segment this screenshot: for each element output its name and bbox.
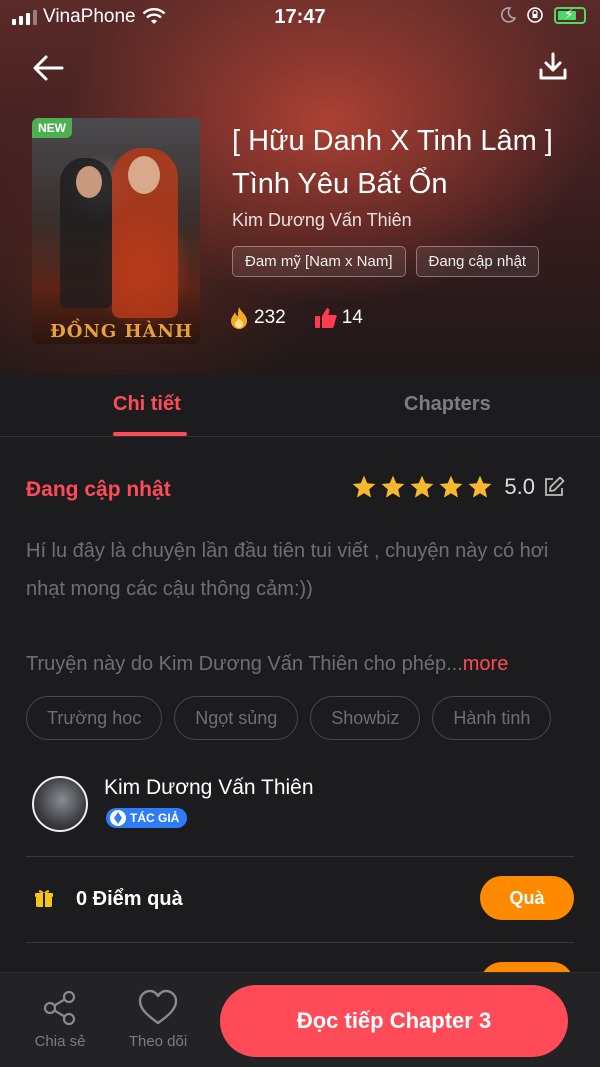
follow-button[interactable]: Theo dõi <box>118 989 198 1050</box>
pen-icon <box>110 810 126 826</box>
orientation-lock-icon <box>527 7 543 23</box>
gift-row: 0 Điểm quà Quà <box>26 876 574 922</box>
heart-icon <box>138 989 178 1025</box>
status-tag[interactable]: Đang cập nhật <box>415 246 540 277</box>
author-avatar[interactable] <box>32 776 88 832</box>
status-bar-right: ⚡ <box>500 6 586 24</box>
thumbs-up-icon <box>314 308 337 328</box>
views-count: 232 <box>254 307 286 328</box>
book-header: VinaPhone 17:47 ⚡ ĐỒNG HÀNH NEW [Hữu Da… <box>0 0 600 375</box>
moon-icon <box>500 7 516 23</box>
book-tags: Đam mỹ [Nam x Nam] Đang cập nhật <box>232 246 540 277</box>
follow-label: Theo dõi <box>128 1033 188 1050</box>
tab-chapters[interactable]: Chapters <box>404 393 491 416</box>
update-status: Đang cập nhật <box>26 478 171 501</box>
likes-count: 14 <box>341 307 363 328</box>
book-title: [ Hữu Danh X Tinh Lâm ] Tình Yêu Bất Ổn <box>232 125 553 200</box>
book-stats: 232 14 <box>228 306 363 330</box>
new-badge: NEW <box>32 118 72 138</box>
star-icon <box>382 475 405 498</box>
share-icon <box>43 990 76 1026</box>
rating: 5.0 <box>351 474 566 500</box>
divider <box>26 942 574 943</box>
genre-tag[interactable]: Ngọt sủng <box>174 696 299 740</box>
star-icon <box>353 475 376 498</box>
share-button[interactable]: Chia sẻ <box>20 989 100 1050</box>
book-cover[interactable]: ĐỒNG HÀNH NEW <box>32 118 200 344</box>
battery-icon: ⚡ <box>554 6 586 24</box>
back-arrow-icon[interactable] <box>30 52 66 84</box>
genre-tags: Trường hoc Ngọt sủng Showbiz Hành tinh <box>26 696 552 740</box>
star-icon <box>440 475 463 498</box>
rating-value: 5.0 <box>504 474 535 499</box>
author-badge: TÁC GIẢ <box>106 808 188 828</box>
genre-tag[interactable]: Showbiz <box>310 696 421 740</box>
cover-title-text: ĐỒNG HÀNH <box>50 321 193 342</box>
genre-tag[interactable]: Trường hoc <box>26 696 163 740</box>
edit-rating-icon[interactable] <box>542 475 566 499</box>
gift-button[interactable]: Quà <box>480 876 574 920</box>
star-icon <box>411 475 434 498</box>
fire-icon <box>231 307 247 329</box>
share-label: Chia sẻ <box>34 1033 86 1050</box>
tab-bar: Chi tiết Chapters <box>0 375 600 437</box>
genre-tag[interactable]: Hành tinh <box>432 696 552 740</box>
gift-icon <box>35 890 53 907</box>
book-author[interactable]: Kim Dương Vấn Thiên <box>232 210 412 231</box>
views-stat: 232 <box>228 306 286 330</box>
gift-points: 0 Điểm quà <box>76 888 183 910</box>
tab-detail[interactable]: Chi tiết <box>113 393 181 416</box>
description-preview: Truyện này do Kim Dương Vấn Thiên cho ph… <box>26 645 566 683</box>
star-icon <box>469 475 492 498</box>
continue-reading-button[interactable]: Đọc tiếp Chapter 3 <box>220 985 568 1057</box>
author-badge-label: TÁC GIẢ <box>130 811 180 825</box>
description: Hí lu đây là chuyện lần đầu tiên tui viế… <box>26 540 549 600</box>
author-card[interactable]: Kim Dương Vấn Thiên TÁC GIẢ <box>32 774 572 854</box>
more-link[interactable]: more <box>463 653 509 675</box>
divider <box>26 856 574 857</box>
bottom-bar: Chia sẻ Theo dõi Đọc tiếp Chapter 3 <box>0 972 600 1067</box>
download-icon[interactable] <box>538 50 568 82</box>
active-tab-indicator <box>113 432 187 436</box>
category-tag[interactable]: Đam mỹ [Nam x Nam] <box>232 246 406 277</box>
author-name[interactable]: Kim Dương Vấn Thiên <box>104 776 314 800</box>
description-preview-text: Truyện này do Kim Dương Vấn Thiên cho ph… <box>26 653 463 675</box>
likes-stat: 14 <box>314 306 363 330</box>
status-bar: VinaPhone 17:47 ⚡ <box>0 0 600 34</box>
